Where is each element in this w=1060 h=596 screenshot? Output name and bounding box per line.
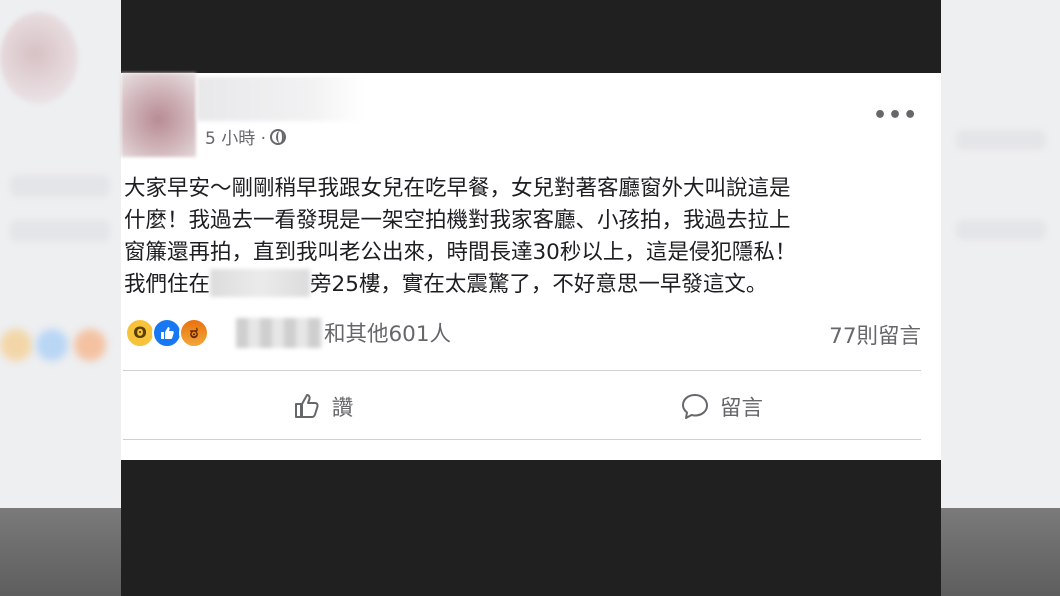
background-left — [0, 0, 121, 596]
bottom-black-bar — [121, 460, 941, 596]
reactor-count: 和其他601人 — [324, 322, 452, 347]
comment-button[interactable]: 留言 — [522, 373, 921, 439]
background-right — [941, 0, 1060, 596]
background-blur — [956, 220, 1046, 240]
comment-icon — [681, 394, 708, 419]
top-black-bar — [121, 0, 941, 73]
avatar[interactable] — [121, 73, 196, 157]
more-options-icon[interactable]: ••• — [873, 103, 918, 128]
body-line: 什麼！我過去一看發現是一架空拍機對我家客廳、小孩拍，我過去拉上 — [124, 208, 791, 233]
timestamp[interactable]: 5 小時 · — [205, 124, 266, 149]
body-line-suffix: 旁25樓，實在太震驚了，不好意思一早發這文。 — [310, 272, 768, 297]
background-blur — [10, 175, 110, 197]
divider — [123, 439, 921, 440]
location-blurred — [210, 269, 311, 297]
divider — [123, 370, 921, 371]
post-meta: 5 小時 · — [205, 124, 287, 149]
body-line: 大家早安～剛剛稍早我跟女兒在吃早餐，女兒對著客廳窗外大叫說這是 — [124, 176, 791, 201]
reactor-name-blurred — [236, 317, 322, 348]
background-reaction — [0, 329, 32, 361]
thumbs-up-icon — [294, 394, 319, 418]
post-body: 大家早安～剛剛稍早我跟女兒在吃早餐，女兒對著客廳窗外大叫說這是 什麼！我過去一看… — [124, 173, 929, 301]
background-reaction — [74, 329, 106, 361]
like-button[interactable]: 讚 — [123, 373, 522, 439]
like-icon — [152, 317, 182, 348]
angry-icon: ಠ — [179, 317, 209, 348]
background-blur — [956, 130, 1046, 150]
action-bar: 讚 留言 — [123, 373, 921, 439]
comment-label: 留言 — [719, 395, 763, 421]
facebook-post: 5 小時 · ••• 大家早安～剛剛稍早我跟女兒在吃早餐，女兒對著客廳窗外大叫說… — [121, 73, 941, 460]
background-avatar — [0, 12, 78, 104]
background-reaction — [36, 329, 68, 361]
comment-count[interactable]: 77則留言 — [829, 319, 921, 350]
body-line-prefix: 我們住在 — [124, 272, 211, 297]
background-blur — [10, 220, 110, 242]
body-line-last: 我們住在 旁25樓，實在太震驚了，不好意思一早發這文。 — [124, 269, 929, 301]
like-label: 讚 — [331, 395, 354, 421]
author-name-blurred[interactable] — [197, 77, 363, 121]
reaction-summary[interactable]: ʘ ಠ 和其他601人 — [125, 317, 451, 348]
wow-icon: ʘ — [125, 317, 155, 348]
globe-icon — [270, 128, 287, 145]
body-line: 窗簾還再拍，直到我叫老公出來，時間長達30秒以上，這是侵犯隱私！ — [124, 240, 797, 265]
